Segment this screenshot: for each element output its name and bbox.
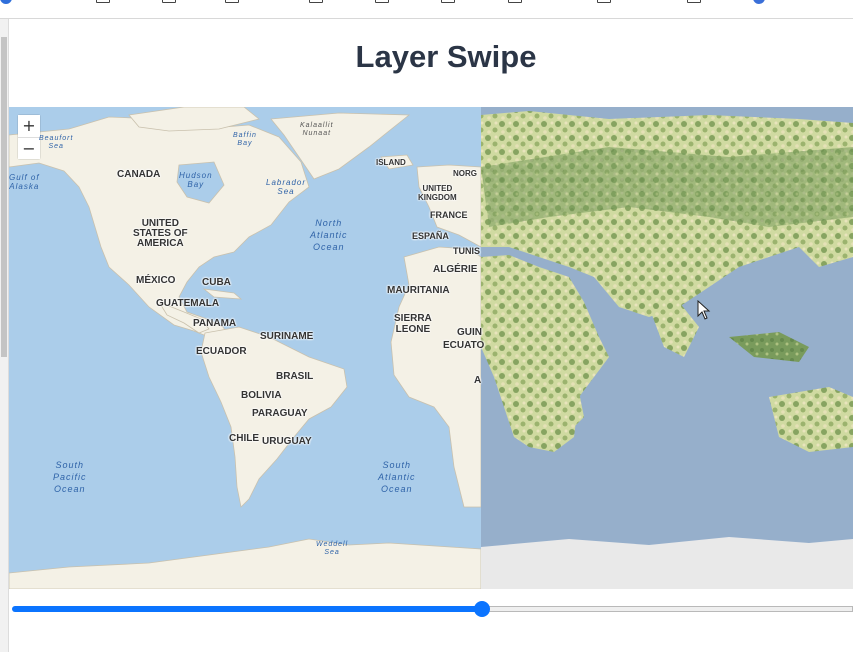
page-title: Layer Swipe	[355, 39, 537, 74]
map-label-ecuador: ECUADOR	[196, 346, 247, 357]
map-label-baffin-bay: Baffin Bay	[233, 132, 257, 147]
bookmark-folder[interactable]	[597, 0, 611, 3]
folder-icon	[687, 0, 701, 3]
bookmark-item[interactable]	[0, 0, 12, 4]
map-label-mexico: MÉXICO	[136, 275, 176, 286]
map-label-weddell-sea: Weddell Sea	[316, 541, 349, 556]
bookmark-folder[interactable]	[687, 0, 701, 3]
map-label-mauritania: MAURITANIA	[387, 285, 450, 296]
imagery-layer	[481, 107, 853, 589]
slider-thumb[interactable]	[474, 601, 490, 617]
folder-icon	[597, 0, 611, 3]
map-label-norway: NORG	[453, 169, 477, 178]
map-label-gulf-alaska: Gulf of Alaska	[9, 173, 40, 191]
folder-icon	[375, 0, 389, 3]
map-label-south-atlantic: South Atlantic Ocean	[378, 460, 416, 494]
map-label-iceland: ISLAND	[376, 158, 406, 167]
folder-icon	[508, 0, 522, 3]
map-label-tunisia: TUNIS	[453, 246, 480, 256]
map-label-espana: ESPAÑA	[412, 231, 449, 241]
map-label-guinea: GUIN	[457, 327, 482, 338]
folder-icon	[162, 0, 176, 3]
map-label-brasil: BRASIL	[276, 371, 314, 382]
scrollbar[interactable]	[0, 19, 9, 652]
map-label-chile: CHILE	[229, 433, 259, 444]
map-label-uk: UNITED KINGDOM	[418, 184, 457, 202]
map-label-france: FRANCE	[430, 210, 468, 220]
slider-track-empty[interactable]	[482, 606, 853, 612]
bookmark-folder[interactable]	[375, 0, 389, 3]
map-label-uruguay: URUGUAY	[262, 436, 312, 447]
zoom-in-button[interactable]: +	[18, 115, 40, 137]
map-label-sierra-leone: SIERRA LEONE	[394, 313, 432, 335]
map-label-algeria: ALGÉRIE	[433, 264, 478, 275]
slider-track-filled[interactable]	[12, 606, 482, 612]
mouse-cursor-icon	[697, 300, 711, 320]
map-label-guatemala: GUATEMALA	[156, 298, 220, 309]
map-viewport[interactable]: + − CANADA UNITED STATES OF AMERICA MÉXI…	[9, 107, 853, 589]
folder-icon	[225, 0, 239, 3]
map-label-labrador-sea: Labrador Sea	[266, 178, 307, 196]
map-label-south-pacific: South Pacific Ocean	[53, 460, 87, 494]
folder-icon	[96, 0, 110, 3]
map-label-canada: CANADA	[117, 169, 161, 180]
map-label-usa: UNITED STATES OF AMERICA	[133, 218, 188, 249]
favicon-icon	[0, 0, 12, 4]
map-label-greenland: Kalaallit Nunaat	[300, 122, 334, 137]
map-label-panama: PANAMA	[193, 318, 237, 329]
map-label-paraguay: PARAGUAY	[252, 408, 308, 419]
folder-icon	[309, 0, 323, 3]
map-label-cuba: CUBA	[202, 277, 231, 288]
bookmark-folder[interactable]	[225, 0, 239, 3]
folder-icon	[441, 0, 455, 3]
bookmark-folder[interactable]	[508, 0, 522, 3]
map-label-hudson-bay: Hudson Bay	[179, 171, 213, 189]
map-label-ecuatorial: ECUATO	[443, 340, 485, 351]
page: Layer Swipe + − CANADA UNITED STATES OF …	[9, 19, 853, 652]
bookmark-folder[interactable]	[441, 0, 455, 3]
zoom-control: + −	[18, 115, 40, 159]
bookmark-folder[interactable]	[162, 0, 176, 3]
swipe-slider[interactable]	[9, 599, 853, 619]
map-label-a: A	[474, 375, 482, 386]
scrollbar-thumb[interactable]	[1, 37, 7, 357]
bookmarks-bar	[0, 0, 853, 19]
map-label-north-atlantic: North Atlantic Ocean	[310, 218, 348, 252]
bookmark-folder[interactable]	[309, 0, 323, 3]
map-label-suriname: SURINAME	[260, 331, 314, 342]
bookmark-folder[interactable]	[96, 0, 110, 3]
bookmark-item[interactable]	[753, 0, 765, 4]
map-label-bolivia: BOLIVIA	[241, 390, 282, 401]
map-label-beaufort-sea: Beaufort Sea	[39, 135, 74, 150]
zoom-out-button[interactable]: −	[18, 137, 40, 159]
favicon-icon	[753, 0, 765, 4]
